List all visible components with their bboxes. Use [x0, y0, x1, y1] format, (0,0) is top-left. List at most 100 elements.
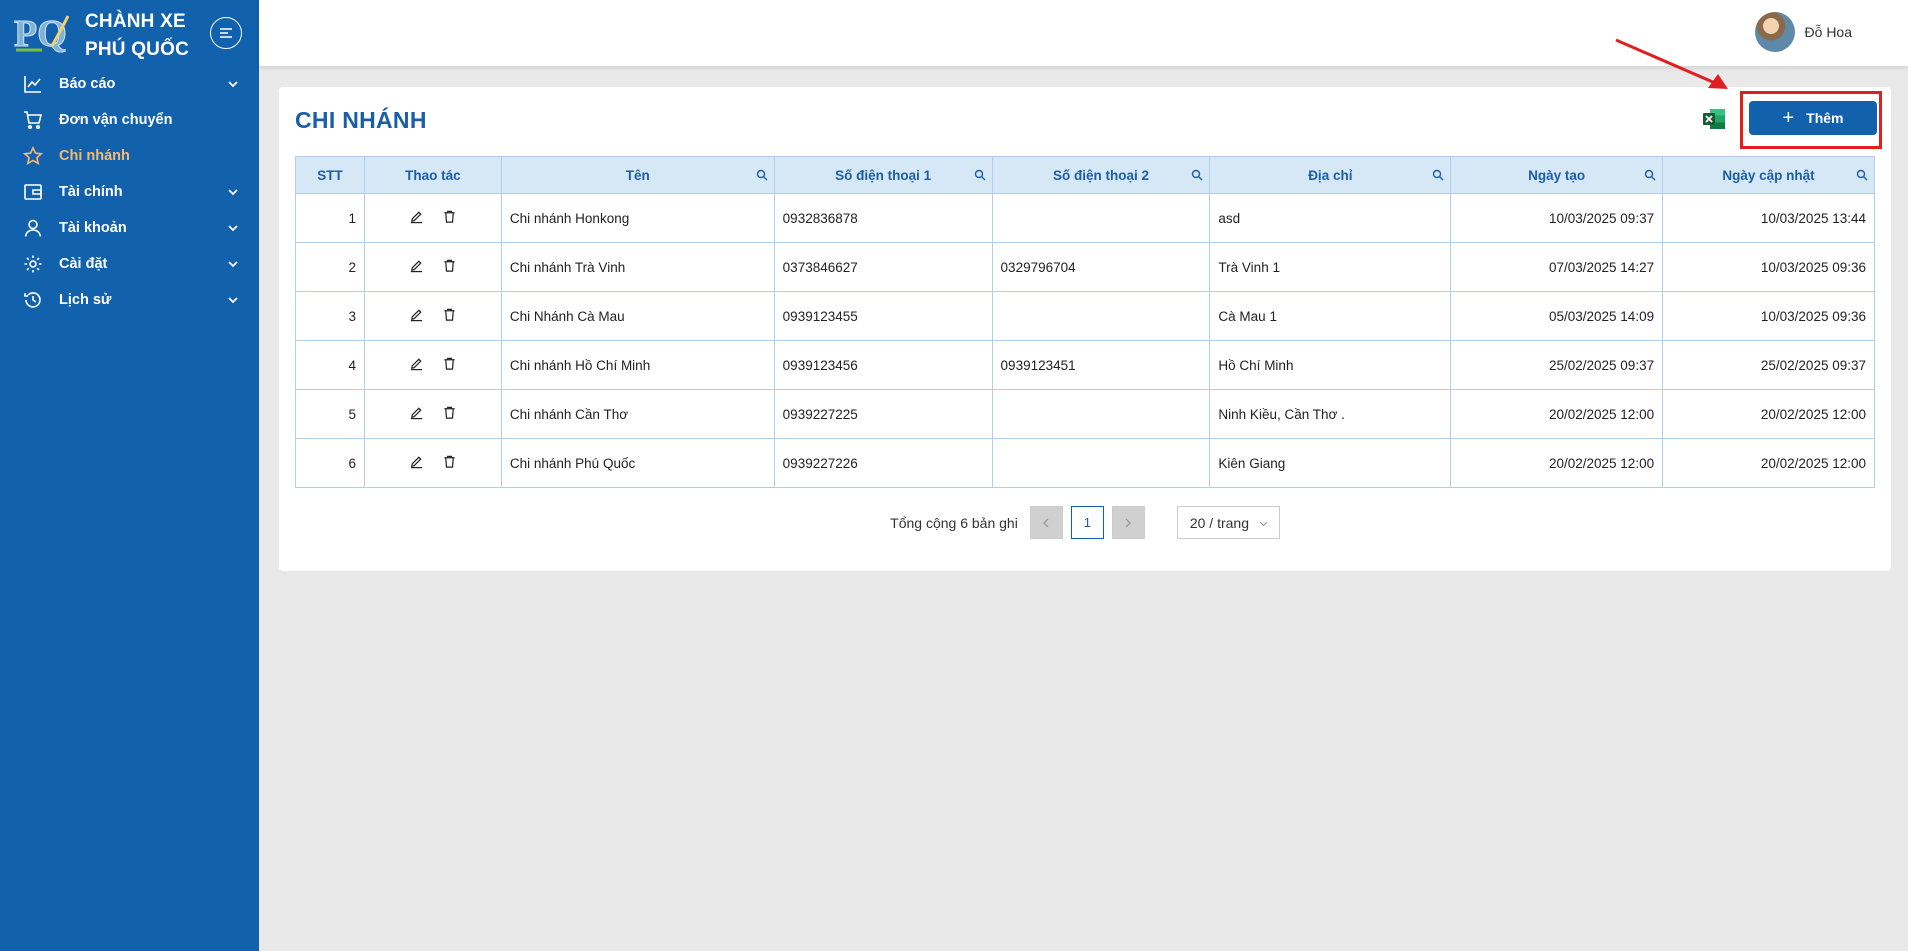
cell-stt: 4	[295, 340, 365, 390]
column-search-icon[interactable]	[1856, 169, 1868, 181]
sidebar-item-label: Tài khoản	[59, 220, 127, 236]
column-search-icon[interactable]	[974, 169, 986, 181]
pagination-next-button[interactable]	[1111, 506, 1145, 539]
column-search-icon[interactable]	[1644, 169, 1656, 181]
edit-button[interactable]	[409, 307, 424, 325]
sidebar-item-bao-cao[interactable]: Báo cáo	[0, 66, 259, 102]
chevron-down-icon	[228, 225, 238, 232]
cell-actions	[363, 340, 502, 390]
cell-created: 25/02/2025 09:37	[1450, 340, 1664, 390]
branch-card: CHI NHÁNH + Thêm STT Thao tác Tên Số điệ…	[279, 87, 1891, 571]
avatar[interactable]	[1754, 12, 1795, 52]
cell-phone2	[991, 389, 1211, 439]
delete-button[interactable]	[442, 356, 457, 374]
sidebar-item-tai-chinh[interactable]: Tài chính	[0, 174, 259, 210]
sidebar-item-label: Báo cáo	[59, 76, 116, 92]
cell-actions	[363, 242, 502, 292]
sidebar-item-lich-su[interactable]: Lịch sử	[0, 282, 259, 318]
column-header-label: Địa chỉ	[1308, 167, 1353, 183]
sidebar-item-tai-khoan[interactable]: Tài khoản	[0, 210, 259, 246]
table-row: 1 Chi nhánh Honkong 0932836878 asd 10/03/202…	[295, 193, 1875, 243]
chevron-down-icon	[228, 297, 238, 304]
cell-stt: 2	[295, 242, 365, 292]
cell-address: Ninh Kiều, Cần Thơ .	[1209, 389, 1452, 439]
column-header-actions: Thao tác	[363, 156, 502, 194]
edit-button[interactable]	[409, 454, 424, 472]
column-header-label: Số điện thoại 1	[835, 167, 932, 183]
column-search-icon[interactable]	[1432, 169, 1444, 181]
edit-icon	[410, 211, 423, 224]
cell-phone1: 0939123455	[773, 291, 993, 341]
cell-phone1: 0932836878	[773, 193, 993, 243]
chevron-down-icon	[1259, 521, 1268, 527]
user-menu[interactable]: Đỗ Hoa	[1754, 12, 1852, 52]
user-icon	[22, 217, 44, 239]
cell-updated: 20/02/2025 12:00	[1662, 438, 1875, 488]
cell-actions	[363, 193, 502, 243]
trash-icon	[444, 406, 455, 419]
cell-name: Chi nhánh Hồ Chí Minh	[500, 340, 775, 390]
column-header-phone2: Số điện thoại 2	[991, 156, 1211, 194]
delete-button[interactable]	[442, 405, 457, 423]
cell-name: Chi Nhánh Cà Mau	[500, 291, 775, 341]
trash-icon	[444, 308, 455, 321]
column-search-icon[interactable]	[1191, 169, 1203, 181]
delete-button[interactable]	[442, 307, 457, 325]
column-search-icon[interactable]	[756, 169, 768, 181]
cell-updated: 10/03/2025 09:36	[1662, 291, 1875, 341]
edit-button[interactable]	[409, 258, 424, 276]
edit-icon	[410, 456, 423, 469]
delete-button[interactable]	[442, 454, 457, 472]
edit-button[interactable]	[409, 209, 424, 227]
cell-updated: 10/03/2025 09:36	[1662, 242, 1875, 292]
cell-phone2: 0329796704	[991, 242, 1211, 292]
brand-logo-icon: PQ	[14, 13, 70, 54]
sidebar-item-label: Đơn vận chuyển	[59, 112, 173, 128]
brand: PQ CHÀNH XE PHÚ QUỐC	[0, 0, 259, 66]
cell-actions	[363, 291, 502, 341]
cell-stt: 3	[295, 291, 365, 341]
sidebar-item-cai-dat[interactable]: Cài đặt	[0, 246, 259, 282]
cell-stt: 1	[295, 193, 365, 243]
pagination-page-1[interactable]: 1	[1070, 506, 1104, 539]
cell-actions	[363, 389, 502, 439]
column-header-label: Ngày cập nhật	[1722, 167, 1815, 183]
page-size-select[interactable]: 20 / trang	[1176, 506, 1280, 539]
delete-button[interactable]	[442, 209, 457, 227]
table-body: 1 Chi nhánh Honkong 0932836878 asd 10/03/202…	[295, 193, 1875, 488]
sidebar-item-don-van-chuyen[interactable]: Đơn vận chuyển	[0, 102, 259, 138]
excel-export-icon[interactable]	[1702, 107, 1726, 131]
cell-address: Hồ Chí Minh	[1209, 340, 1452, 390]
trash-icon	[444, 357, 455, 370]
delete-button[interactable]	[442, 258, 457, 276]
edit-icon	[410, 309, 423, 322]
cart-icon	[22, 109, 44, 131]
page-title: CHI NHÁNH	[295, 107, 427, 133]
cell-phone2	[991, 291, 1211, 341]
chevron-right-icon	[1125, 518, 1132, 527]
pagination-prev-button[interactable]	[1029, 506, 1063, 539]
sidebar-toggle-button[interactable]	[210, 17, 242, 49]
cell-created: 07/03/2025 14:27	[1450, 242, 1664, 292]
pagination-total: Tổng cộng 6 bản ghi	[890, 514, 1018, 531]
history-icon	[22, 289, 44, 311]
sidebar-item-label: Tài chính	[59, 184, 123, 200]
edit-button[interactable]	[409, 356, 424, 374]
star-icon	[22, 145, 44, 167]
column-header-phone1: Số điện thoại 1	[773, 156, 993, 194]
add-button-highlight: + Thêm	[1740, 91, 1882, 149]
brand-line-1: CHÀNH XE	[85, 11, 186, 32]
column-header-address: Địa chỉ	[1209, 156, 1452, 194]
table-row: 6 Chi nhánh Phú Quốc 0939227226 Kiên Giang 2…	[295, 438, 1875, 488]
cell-stt: 5	[295, 389, 365, 439]
cell-name: Chi nhánh Trà Vinh	[500, 242, 775, 292]
user-name: Đỗ Hoa	[1804, 24, 1852, 40]
sidebar-item-chi-nhanh[interactable]: Chi nhánh	[0, 138, 259, 174]
add-branch-button[interactable]: + Thêm	[1749, 101, 1877, 135]
table-row: 3 Chi Nhánh Cà Mau 0939123455 Cà Mau 1 05/03…	[295, 291, 1875, 341]
edit-button[interactable]	[409, 405, 424, 423]
cell-name: Chi nhánh Honkong	[500, 193, 775, 243]
chevron-down-icon	[228, 81, 238, 88]
table-row: 5 Chi nhánh Cần Thơ 0939227225 Ninh Kiều, C…	[295, 389, 1875, 439]
chevron-down-icon	[228, 189, 238, 196]
